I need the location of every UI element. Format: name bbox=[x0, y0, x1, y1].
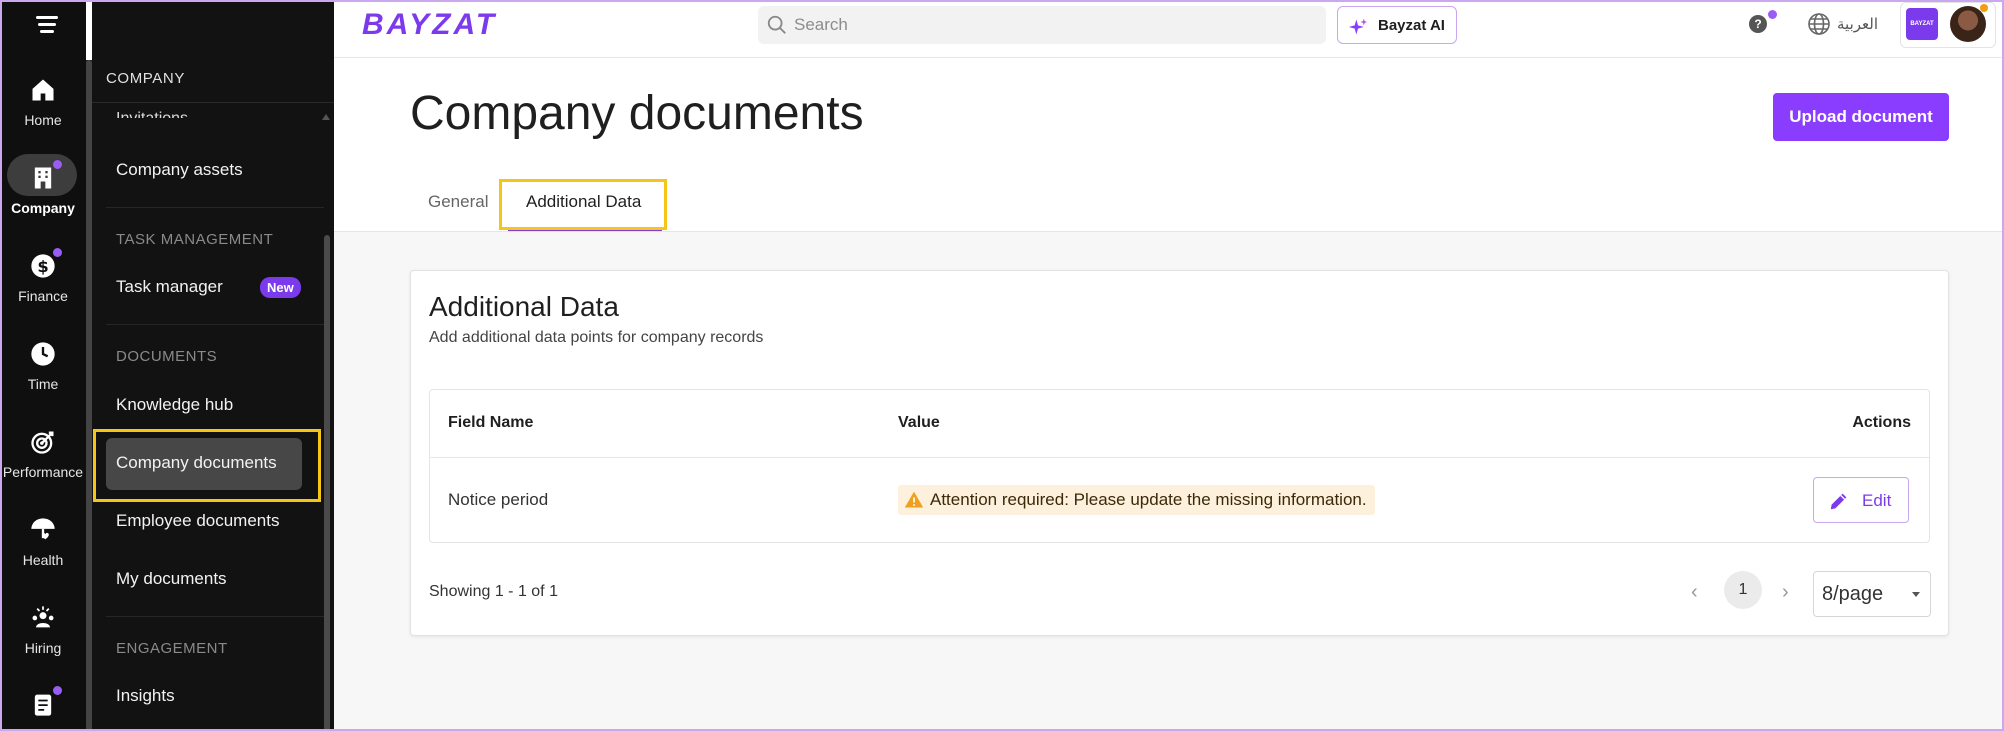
scroll-up-icon[interactable] bbox=[322, 114, 330, 120]
edit-label: Edit bbox=[1862, 491, 1892, 510]
warning-message: Attention required: Please update the mi… bbox=[898, 485, 1375, 515]
notification-dot bbox=[1768, 10, 1777, 19]
data-table: Field Name Value Actions Notice period A… bbox=[429, 389, 1930, 543]
brand-logo[interactable]: BAYZAT bbox=[362, 8, 497, 42]
sidebar-item-task-manager[interactable]: Task manager bbox=[116, 277, 223, 297]
menu-icon[interactable] bbox=[36, 14, 60, 36]
clipboard-icon bbox=[27, 686, 62, 720]
field-name-cell: Notice period bbox=[448, 490, 549, 509]
status-dot bbox=[1980, 4, 1988, 12]
sidebar-item-employee-documents[interactable]: Employee documents bbox=[116, 511, 279, 531]
additional-data-card: Additional Data Add additional data poin… bbox=[410, 270, 1949, 636]
sidebar-header: COMPANY bbox=[106, 70, 185, 87]
rail-item-company[interactable]: Company bbox=[0, 154, 86, 216]
search-input[interactable] bbox=[794, 6, 1314, 44]
rail-item-tasks[interactable] bbox=[0, 686, 86, 720]
section-documents: DOCUMENTS bbox=[116, 348, 218, 365]
language-switch[interactable]: العربية bbox=[1837, 15, 1878, 33]
avatar[interactable] bbox=[1950, 6, 1986, 42]
column-header-field-name: Field Name bbox=[448, 414, 534, 431]
home-icon bbox=[27, 74, 59, 106]
rail-label: Company bbox=[11, 200, 75, 216]
warning-icon bbox=[904, 491, 924, 508]
rail-item-home[interactable]: Home bbox=[0, 74, 86, 128]
sparkle-icon bbox=[1348, 18, 1368, 35]
card-title: Additional Data bbox=[429, 291, 619, 322]
globe-icon[interactable] bbox=[1807, 12, 1831, 36]
rail-item-time[interactable]: Time bbox=[0, 338, 86, 392]
pagination-summary: Showing 1 - 1 of 1 bbox=[429, 583, 558, 600]
rail-label: Home bbox=[24, 112, 62, 128]
rail-item-performance[interactable]: Performance bbox=[0, 426, 86, 480]
rail-label: Performance bbox=[2, 464, 84, 480]
rail-label: Health bbox=[22, 552, 64, 568]
bayzat-ai-button[interactable]: Bayzat AI bbox=[1337, 6, 1457, 44]
rail-label: Time bbox=[27, 376, 59, 392]
pencil-icon bbox=[1830, 493, 1847, 510]
rail-label: Hiring bbox=[24, 640, 62, 656]
target-icon bbox=[27, 426, 59, 458]
sidebar-item-my-documents[interactable]: My documents bbox=[116, 569, 227, 589]
chevron-left-icon[interactable]: ‹ bbox=[1691, 581, 1698, 604]
sidebar: COMPANY Invitations Company assets TASK … bbox=[92, 0, 334, 731]
help-icon[interactable]: ? bbox=[1749, 15, 1767, 33]
rail-item-finance[interactable]: $ Finance bbox=[0, 248, 86, 304]
sidebar-item-insights[interactable]: Insights bbox=[116, 686, 175, 706]
column-header-value: Value bbox=[898, 414, 940, 431]
section-task-management: TASK MANAGEMENT bbox=[116, 231, 274, 248]
chevron-right-icon[interactable]: › bbox=[1782, 581, 1789, 604]
umbrella-heart-icon bbox=[27, 514, 59, 546]
sidebar-item-knowledge-hub[interactable]: Knowledge hub bbox=[116, 395, 233, 415]
warning-text: Attention required: Please update the mi… bbox=[930, 490, 1367, 509]
people-icon bbox=[27, 602, 59, 634]
building-icon bbox=[27, 160, 62, 194]
tab-additional-data[interactable]: Additional Data bbox=[526, 192, 641, 212]
upload-document-button[interactable]: Upload document bbox=[1773, 93, 1949, 141]
bayzat-ai-label: Bayzat AI bbox=[1378, 17, 1445, 34]
page-size-value: 8/page bbox=[1822, 583, 1884, 605]
chevron-down-icon bbox=[1912, 592, 1920, 597]
sidebar-item-company-assets[interactable]: Company assets bbox=[116, 160, 243, 180]
section-engagement: ENGAGEMENT bbox=[116, 640, 228, 657]
sidebar-item-company-documents[interactable]: Company documents bbox=[116, 453, 277, 473]
new-badge: New bbox=[260, 277, 301, 298]
icon-rail: Home Company $ Finance Time Performance … bbox=[0, 0, 86, 731]
dollar-icon: $ bbox=[27, 248, 62, 282]
company-logo[interactable]: BAYZAT bbox=[1906, 8, 1938, 40]
page-number[interactable]: 1 bbox=[1724, 571, 1762, 609]
rail-item-health[interactable]: Health bbox=[0, 514, 86, 568]
edit-button[interactable]: Edit bbox=[1813, 477, 1909, 523]
card-subtitle: Add additional data points for company r… bbox=[429, 329, 764, 346]
sidebar-scrollbar[interactable] bbox=[324, 235, 330, 731]
clock-icon bbox=[27, 338, 59, 370]
tab-general[interactable]: General bbox=[428, 192, 488, 212]
rail-item-hiring[interactable]: Hiring bbox=[0, 602, 86, 656]
column-header-actions: Actions bbox=[1852, 414, 1911, 431]
page-title: Company documents bbox=[410, 87, 864, 140]
svg-text:$: $ bbox=[37, 257, 48, 276]
rail-label: Finance bbox=[18, 288, 68, 304]
search-icon bbox=[767, 15, 786, 34]
page-size-select[interactable]: 8/page bbox=[1813, 571, 1931, 617]
search-box[interactable] bbox=[758, 6, 1326, 44]
top-bar: BAYZAT Bayzat AI ? العربية BAYZAT bbox=[334, 0, 2004, 58]
